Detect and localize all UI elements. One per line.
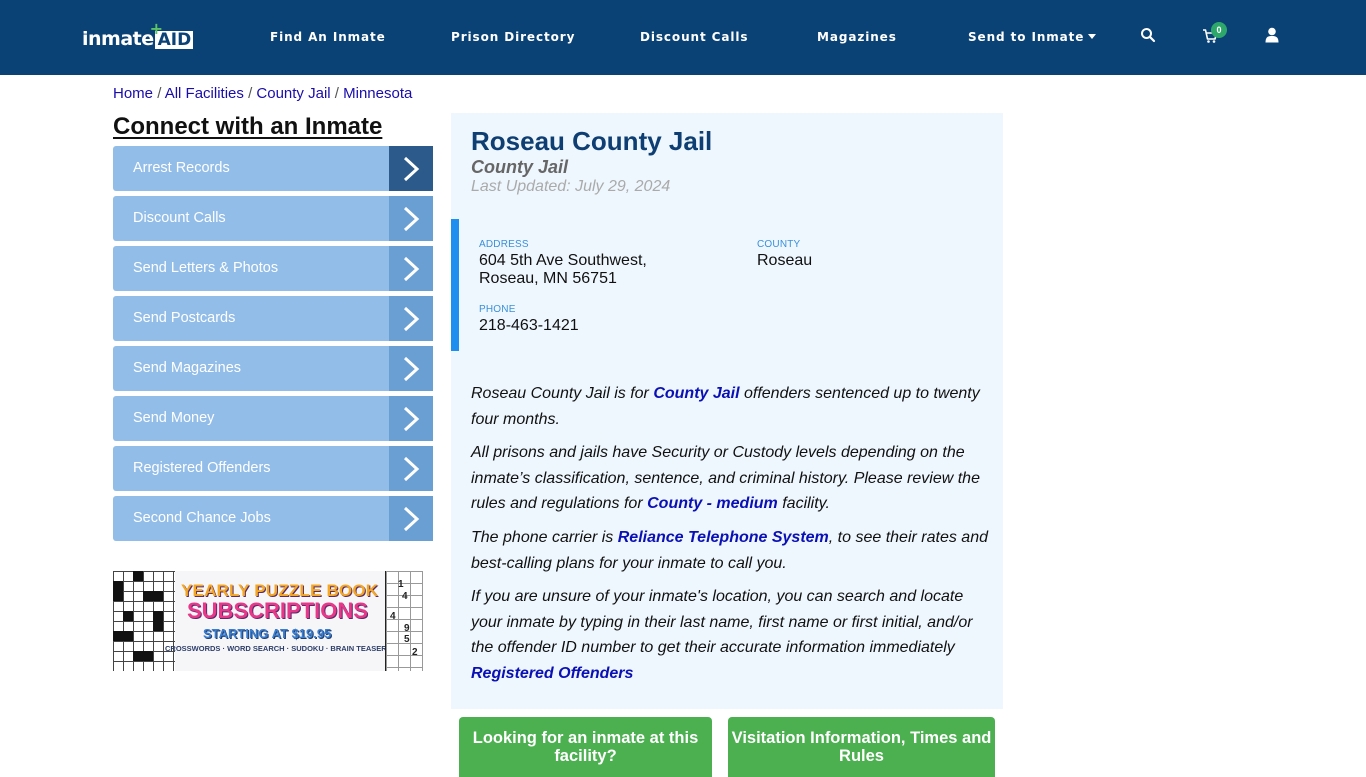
crossword-grid-graphic — [113, 571, 175, 671]
user-icon[interactable] — [1265, 27, 1283, 45]
sidebar-item-label: Send Magazines — [133, 360, 242, 376]
chevron-right-icon — [389, 496, 433, 541]
sidebar-item-label: Send Postcards — [133, 310, 236, 326]
sidebar-item-label: Second Chance Jobs — [133, 510, 271, 526]
accent-bar — [451, 219, 459, 351]
chevron-right-icon — [389, 446, 433, 491]
sudoku-digit: 1 — [398, 579, 404, 590]
address-line-1: 604 5th Ave Southwest, — [479, 252, 647, 269]
sidebar-item-arrest-records[interactable]: Arrest Records — [113, 146, 433, 191]
nav-discount-calls[interactable]: Discount Calls — [640, 30, 748, 46]
logo-plus-icon: + — [149, 19, 164, 38]
sidebar-item-label: Send Letters & Photos — [133, 260, 279, 276]
chevron-right-icon — [389, 346, 433, 391]
banner-subscriptions: SUBSCRIPTIONS — [187, 598, 368, 623]
description-paragraph-3: The phone carrier is Reliance Telephone … — [471, 525, 996, 576]
nav-magazines[interactable]: Magazines — [817, 30, 897, 46]
search-icon[interactable] — [1140, 27, 1158, 45]
breadcrumb-all-facilities[interactable]: All Facilities — [165, 85, 244, 102]
phone-value[interactable]: 218-463-1421 — [479, 317, 579, 335]
county-jail-link[interactable]: County Jail — [653, 385, 739, 402]
breadcrumb: Home / All Facilities / County Jail / Mi… — [113, 85, 412, 102]
sidebar-item-send-money[interactable]: Send Money — [113, 396, 433, 441]
facility-contact-info: ADDRESS 604 5th Ave Southwest, Roseau, M… — [451, 219, 1003, 351]
logo-accent: + AID — [150, 21, 194, 49]
facility-type: County Jail — [471, 157, 569, 177]
chevron-right-icon — [389, 296, 433, 341]
sidebar-item-label: Discount Calls — [133, 210, 226, 226]
sudoku-digit: 9 — [404, 623, 410, 634]
paragraph-text: The phone carrier is — [471, 529, 618, 546]
address-label: ADDRESS — [479, 239, 529, 250]
chevron-right-icon — [389, 246, 433, 291]
breadcrumb-minnesota[interactable]: Minnesota — [343, 85, 412, 102]
description-paragraph-2: All prisons and jails have Security or C… — [471, 440, 996, 517]
sidebar-item-label: Arrest Records — [133, 160, 230, 176]
sidebar-item-send-magazines[interactable]: Send Magazines — [113, 346, 433, 391]
sidebar-item-label: Send Money — [133, 410, 215, 426]
chevron-right-icon — [389, 396, 433, 441]
registered-offenders-link[interactable]: Registered Offenders — [471, 665, 633, 682]
nav-send-to-inmate[interactable]: Send to Inmate — [968, 30, 1097, 46]
caret-down-icon — [1088, 34, 1097, 39]
sidebar-item-second-chance-jobs[interactable]: Second Chance Jobs — [113, 496, 433, 541]
breadcrumb-separator: / — [334, 85, 344, 102]
nav-send-to-inmate-label: Send to Inmate — [968, 30, 1085, 44]
top-navigation-bar: inmate + AID Find An Inmate Prison Direct… — [0, 0, 1366, 75]
cart-count-badge: 0 — [1211, 22, 1227, 38]
county-value: Roseau — [757, 252, 813, 269]
facility-name: Roseau County Jail — [471, 126, 713, 156]
sidebar-item-discount-calls[interactable]: Discount Calls — [113, 196, 433, 241]
description-paragraph-1: Roseau County Jail is for County Jail of… — [471, 381, 996, 432]
reliance-telephone-link[interactable]: Reliance Telephone System — [618, 529, 829, 546]
nav-find-an-inmate[interactable]: Find An Inmate — [270, 30, 386, 46]
puzzle-book-banner-ad[interactable]: YEARLY PUZZLE BOOK SUBSCRIPTIONS STARTIN… — [113, 571, 423, 671]
breadcrumb-home[interactable]: Home — [113, 85, 153, 102]
county-medium-link[interactable]: County - medium — [647, 495, 778, 512]
chevron-right-icon — [389, 196, 433, 241]
sidebar-title: Connect with an Inmate — [113, 113, 383, 140]
phone-label: PHONE — [479, 304, 516, 315]
sidebar-item-send-letters-photos[interactable]: Send Letters & Photos — [113, 246, 433, 291]
description-paragraph-4: If you are unsure of your inmate's locat… — [471, 584, 996, 686]
sidebar-item-label: Registered Offenders — [133, 460, 271, 476]
breadcrumb-separator: / — [157, 85, 165, 102]
sudoku-digit: 2 — [412, 647, 418, 658]
sudoku-digit: 5 — [404, 634, 410, 645]
last-updated: Last Updated: July 29, 2024 — [471, 178, 671, 195]
paragraph-text: facility. — [777, 495, 830, 512]
address-line-2: Roseau, MN 56751 — [479, 270, 617, 287]
banner-categories: CROSSWORDS · WORD SEARCH · SUDOKU · BRAI… — [165, 644, 392, 653]
sidebar-item-send-postcards[interactable]: Send Postcards — [113, 296, 433, 341]
sudoku-digit: 4 — [402, 591, 408, 602]
sudoku-grid-graphic: 1 4 4 9 5 2 — [385, 571, 423, 671]
logo-text: inmate — [82, 28, 154, 50]
inmateaid-logo[interactable]: inmate + AID — [82, 21, 194, 50]
county-label: COUNTY — [757, 239, 801, 250]
nav-prison-directory[interactable]: Prison Directory — [451, 30, 575, 46]
sudoku-digit: 4 — [390, 611, 396, 622]
paragraph-text: If you are unsure of your inmate's locat… — [471, 588, 973, 656]
visitation-info-button[interactable]: Visitation Information, Times and Rules — [728, 717, 995, 777]
banner-price: STARTING AT $19.95 — [203, 626, 332, 641]
sidebar-item-registered-offenders[interactable]: Registered Offenders — [113, 446, 433, 491]
find-inmate-at-facility-button[interactable]: Looking for an inmate at this facility? — [459, 717, 712, 777]
chevron-right-icon — [389, 146, 433, 191]
breadcrumb-county-jail[interactable]: County Jail — [256, 85, 330, 102]
paragraph-text: Roseau County Jail is for — [471, 385, 654, 402]
